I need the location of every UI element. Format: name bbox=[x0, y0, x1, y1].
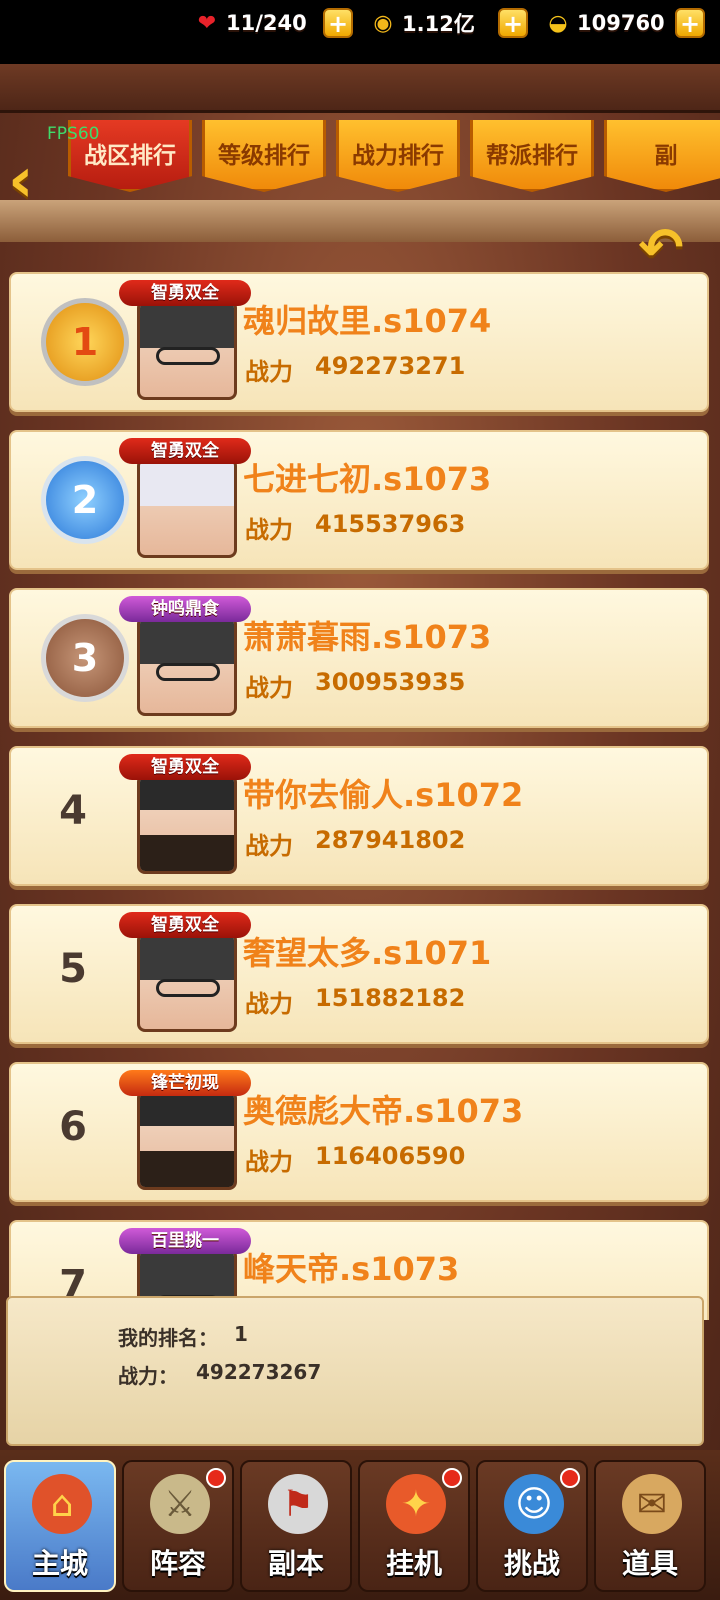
stamina-resource: ❤ 11/240 bbox=[192, 8, 307, 38]
title-badge: 锋芒初现 bbox=[119, 1070, 251, 1096]
title-badge: 智勇双全 bbox=[119, 912, 251, 938]
heart-icon: ❤ bbox=[197, 10, 217, 36]
my-power-value: 492273267 bbox=[196, 1360, 322, 1384]
power-value: 151882182 bbox=[315, 984, 466, 1012]
nav-label: 主城 bbox=[31, 1547, 88, 1580]
tab-power-ranking[interactable]: 战力排行 bbox=[336, 120, 460, 192]
nav-challenge[interactable]: ☺ 挑战 bbox=[476, 1460, 588, 1592]
nav-idle[interactable]: ✦ 挂机 bbox=[358, 1460, 470, 1592]
nav-dungeon[interactable]: ⚑ 副本 bbox=[240, 1460, 352, 1592]
title-badge: 钟鸣鼎食 bbox=[119, 596, 251, 622]
player-name: 魂归故里.s1074 bbox=[243, 302, 492, 340]
idle-icon: ✦ bbox=[386, 1474, 446, 1534]
nav-label: 挂机 bbox=[385, 1547, 442, 1580]
rank-number: 6 bbox=[59, 1104, 87, 1150]
player-name: 峰天帝.s1073 bbox=[243, 1250, 460, 1288]
bronze-medal-icon: 3 bbox=[41, 614, 129, 702]
avatar bbox=[137, 616, 237, 716]
tab-label: 副 bbox=[654, 143, 678, 169]
add-coins-button[interactable]: + bbox=[498, 8, 528, 38]
my-power-label: 战力： bbox=[118, 1364, 178, 1388]
power-value: 116406590 bbox=[315, 1142, 466, 1170]
coins-value: 1.12亿 bbox=[402, 12, 475, 36]
power-label: 战力 bbox=[245, 990, 293, 1018]
power-label: 战力 bbox=[245, 832, 293, 860]
lineup-icon: ⚔ bbox=[150, 1474, 210, 1534]
add-stamina-button[interactable]: + bbox=[323, 8, 353, 38]
my-rank-panel: 我的排名： 1 战力： 492273267 bbox=[6, 1296, 704, 1446]
player-name: 奥德彪大帝.s1073 bbox=[243, 1092, 524, 1130]
add-ingots-button[interactable]: + bbox=[675, 8, 705, 38]
silver-medal-icon: 2 bbox=[41, 456, 129, 544]
player-name: 带你去偷人.s1072 bbox=[243, 776, 524, 814]
nav-label: 阵容 bbox=[149, 1547, 206, 1580]
power-value: 287941802 bbox=[315, 826, 466, 854]
avatar bbox=[137, 458, 237, 558]
power-label: 战力 bbox=[245, 1148, 293, 1176]
stamina-value: 11/240 bbox=[226, 11, 307, 35]
power-label: 战力 bbox=[245, 358, 293, 386]
resource-bar bbox=[0, 64, 720, 113]
ranking-row[interactable]: 4 智勇双全 带你去偷人.s1072 战力 287941802 bbox=[9, 746, 709, 886]
ranking-row[interactable]: 6 锋芒初现 奥德彪大帝.s1073 战力 116406590 bbox=[9, 1062, 709, 1202]
ingots-resource: ◒ 109760 bbox=[543, 8, 665, 38]
ranking-tabs: 战区排行 等级排行 战力排行 帮派排行 副 bbox=[64, 120, 720, 210]
tab-level-ranking[interactable]: 等级排行 bbox=[202, 120, 326, 192]
avatar bbox=[137, 932, 237, 1032]
title-badge: 智勇双全 bbox=[119, 280, 251, 306]
ranking-row[interactable]: 1 智勇双全 魂归故里.s1074 战力 492273271 bbox=[9, 272, 709, 412]
nav-main-city[interactable]: ⌂ 主城 bbox=[4, 1460, 116, 1592]
tab-label: 战力排行 bbox=[352, 143, 444, 169]
tab-more-ranking[interactable]: 副 bbox=[604, 120, 720, 192]
rank-number: 4 bbox=[59, 788, 87, 834]
nav-lineup[interactable]: ⚔ 阵容 bbox=[122, 1460, 234, 1592]
castle-icon: ⌂ bbox=[32, 1474, 92, 1534]
dungeon-icon: ⚑ bbox=[268, 1474, 328, 1534]
my-rank-value: 1 bbox=[234, 1322, 248, 1346]
rank-number: 5 bbox=[59, 946, 87, 992]
ranking-row[interactable]: 3 钟鸣鼎食 萧萧暮雨.s1073 战力 300953935 bbox=[9, 588, 709, 728]
back-arrow-icon[interactable]: ‹ bbox=[8, 149, 58, 214]
bottom-nav: ⌂ 主城 ⚔ 阵容 ⚑ 副本 ✦ 挂机 ☺ 挑战 ✉ 道具 bbox=[0, 1450, 720, 1600]
tab-label: 帮派排行 bbox=[486, 143, 578, 169]
gold-ingot-icon: ◒ bbox=[548, 10, 568, 36]
items-icon: ✉ bbox=[622, 1474, 682, 1534]
nav-items[interactable]: ✉ 道具 bbox=[594, 1460, 706, 1592]
tab-label: 等级排行 bbox=[218, 143, 310, 169]
power-label: 战力 bbox=[245, 516, 293, 544]
title-badge: 智勇双全 bbox=[119, 438, 251, 464]
ranking-row[interactable]: 5 智勇双全 奢望太多.s1071 战力 151882182 bbox=[9, 904, 709, 1044]
avatar bbox=[137, 774, 237, 874]
challenge-icon: ☺ bbox=[504, 1474, 564, 1534]
power-label: 战力 bbox=[245, 674, 293, 702]
nav-label: 副本 bbox=[267, 1547, 324, 1580]
tab-guild-ranking[interactable]: 帮派排行 bbox=[470, 120, 594, 192]
notification-dot bbox=[206, 1468, 226, 1488]
ranking-list[interactable]: 1 智勇双全 魂归故里.s1074 战力 492273271 2 智勇双全 七进… bbox=[0, 260, 720, 1320]
coin-icon: ◉ bbox=[373, 10, 393, 36]
power-value: 300953935 bbox=[315, 668, 466, 696]
player-name: 七进七初.s1073 bbox=[243, 460, 492, 498]
notification-dot bbox=[442, 1468, 462, 1488]
power-value: 415537963 bbox=[315, 510, 466, 538]
title-badge: 智勇双全 bbox=[119, 754, 251, 780]
avatar bbox=[137, 300, 237, 400]
ranking-row[interactable]: 2 智勇双全 七进七初.s1073 战力 415537963 bbox=[9, 430, 709, 570]
player-name: 萧萧暮雨.s1073 bbox=[243, 618, 492, 656]
my-rank-label: 我的排名： bbox=[118, 1326, 218, 1350]
avatar bbox=[137, 1090, 237, 1190]
gold-medal-icon: 1 bbox=[41, 298, 129, 386]
power-value: 492273271 bbox=[315, 352, 466, 380]
nav-label: 挑战 bbox=[503, 1547, 560, 1580]
coins-resource: ◉ 1.12亿 bbox=[368, 8, 475, 38]
title-badge: 百里挑一 bbox=[119, 1228, 251, 1254]
player-name: 奢望太多.s1071 bbox=[243, 934, 492, 972]
nav-label: 道具 bbox=[621, 1547, 678, 1580]
fps-counter: FPS60 bbox=[47, 124, 100, 144]
notification-dot bbox=[560, 1468, 580, 1488]
ingots-value: 109760 bbox=[577, 11, 665, 35]
